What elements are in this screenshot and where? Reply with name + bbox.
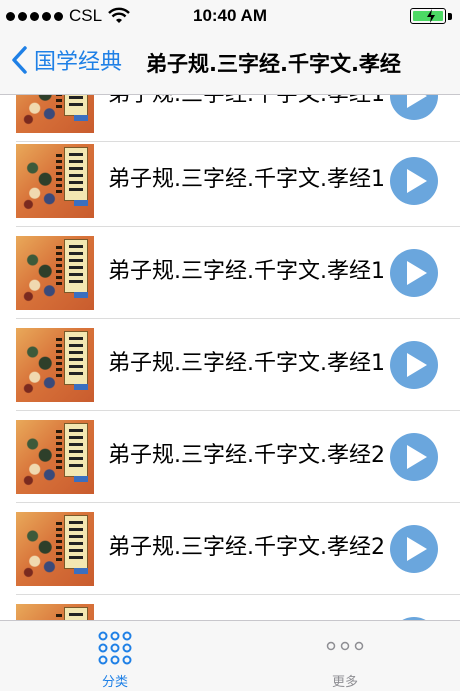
- back-label: 国学经典: [34, 50, 123, 75]
- book-cover-thumbnail: [16, 95, 94, 133]
- book-cover-thumbnail: [16, 512, 94, 586]
- play-icon: [407, 537, 427, 561]
- play-button[interactable]: [390, 157, 438, 205]
- book-cover-thumbnail: [16, 144, 94, 218]
- play-button[interactable]: [390, 525, 438, 573]
- tab-more-label: 更多: [331, 675, 358, 690]
- book-cover-thumbnail: [16, 236, 94, 310]
- clock: 10:40 AM: [192, 6, 267, 25]
- navigation-bar: 国学经典 弟子规.三字经.千字文.孝经: [0, 32, 460, 95]
- episode-list[interactable]: 弟子规.三字经.千字文.孝经1 弟子规.三字经.千字文.孝经1 弟子规.三字经.…: [0, 95, 460, 620]
- list-item-title: 弟子规.三字经.千字文.孝经2: [108, 443, 385, 468]
- list-item[interactable]: [0, 595, 460, 620]
- back-button[interactable]: 国学经典: [10, 44, 122, 76]
- status-bar: CSL 10:40 AM: [0, 0, 460, 32]
- book-cover-thumbnail: [16, 604, 94, 620]
- play-button[interactable]: [390, 433, 438, 481]
- list-item-title: 弟子规.三字经.千字文.孝经1: [108, 351, 385, 376]
- page-title: 弟子规.三字经.千字文.孝经: [146, 52, 401, 76]
- play-icon: [407, 261, 427, 285]
- grid-icon: [98, 631, 132, 665]
- play-icon: [407, 445, 427, 469]
- book-cover-thumbnail: [16, 420, 94, 494]
- list-item[interactable]: 弟子规.三字经.千字文.孝经1: [0, 227, 460, 319]
- tab-more[interactable]: 更多: [230, 621, 460, 691]
- play-button[interactable]: [390, 341, 438, 389]
- book-cover-thumbnail: [16, 328, 94, 402]
- play-button[interactable]: [390, 95, 438, 120]
- list-item[interactable]: 弟子规.三字经.千字文.孝经2: [0, 503, 460, 595]
- list-item-title: 弟子规.三字经.千字文.孝经1: [108, 259, 385, 284]
- chevron-left-icon: [12, 46, 27, 74]
- play-icon: [407, 95, 427, 108]
- tab-bar: 分类 更多: [0, 620, 460, 691]
- tab-category-label: 分类: [101, 675, 128, 690]
- list-item[interactable]: 弟子规.三字经.千字文.孝经2: [0, 411, 460, 503]
- list-item-title: 弟子规.三字经.千字文.孝经2: [108, 535, 385, 560]
- list-item[interactable]: 弟子规.三字经.千字文.孝经1: [0, 319, 460, 411]
- charging-bolt-icon: [427, 9, 435, 23]
- list-item-title: 弟子规.三字经.千字文.孝经1: [108, 167, 385, 192]
- tab-category[interactable]: 分类: [0, 621, 230, 691]
- list-item[interactable]: 弟子规.三字经.千字文.孝经1: [0, 135, 460, 227]
- battery-tip: [448, 13, 452, 20]
- list-item-title: 弟子规.三字经.千字文.孝经1: [108, 95, 385, 108]
- more-dots-icon: [326, 641, 364, 651]
- play-icon: [407, 353, 427, 377]
- play-button[interactable]: [390, 249, 438, 297]
- play-icon: [407, 169, 427, 193]
